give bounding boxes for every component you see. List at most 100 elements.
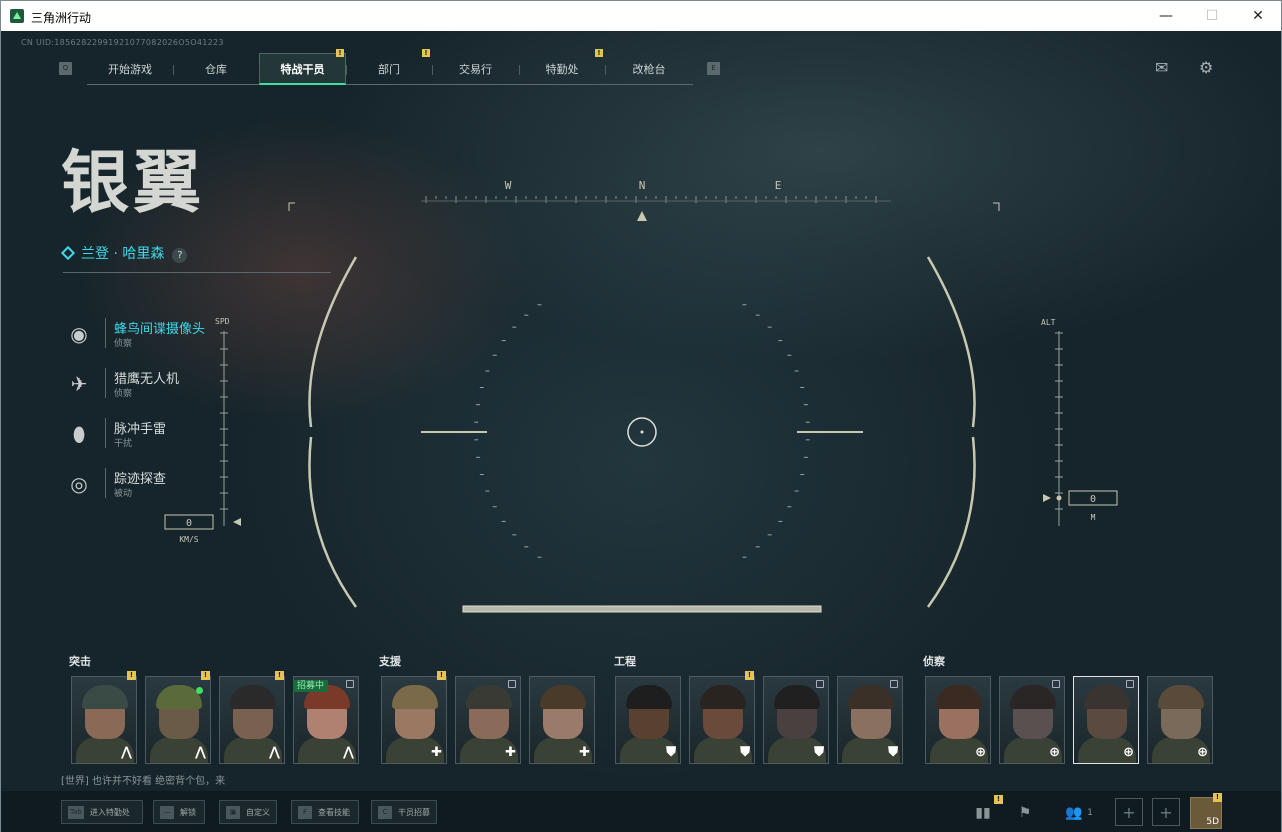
battery-bar — [462, 605, 822, 613]
role-icon: ⋀ — [121, 745, 132, 760]
add-member-button-1[interactable]: + — [1115, 798, 1143, 826]
operator-card[interactable]: ⊕ — [1073, 676, 1139, 764]
lock-icon — [1052, 680, 1060, 688]
role-icon: ⊕ — [1123, 745, 1134, 760]
ability-divider — [105, 468, 106, 498]
ability-name: 踪迹探查 — [114, 472, 167, 487]
lock-icon — [508, 680, 516, 688]
ability-1[interactable]: ✈ 猎鹰无人机侦察 — [61, 364, 231, 406]
add-member-button-2[interactable]: + — [1152, 798, 1180, 826]
portrait-hair — [1010, 685, 1056, 709]
hint-0[interactable]: Tab 进入特勤处 — [61, 800, 143, 824]
ability-type: 侦察 — [114, 339, 133, 349]
compass-letter: N — [639, 179, 646, 192]
window-titlebar: 三角洲行动 — ☐ ✕ — [1, 1, 1281, 31]
ability-type: 侦察 — [114, 389, 133, 399]
ability-0[interactable]: ◉ 蜂鸟间谍摄像头侦察 — [61, 314, 231, 356]
window-title: 三角洲行动 — [31, 11, 92, 25]
recruiting-badge: 招募中 — [293, 680, 329, 692]
role-icon: ⛊ — [666, 745, 676, 760]
hint-key: ▣ — [226, 805, 240, 819]
lock-icon — [890, 680, 898, 688]
maximize-button[interactable]: ☐ — [1189, 1, 1235, 31]
party-count: 1 — [1087, 808, 1093, 818]
hint-key: C — [378, 805, 392, 819]
eye-icon: ◎ — [70, 472, 88, 496]
camera-icon: ◉ — [70, 322, 88, 346]
operator-card[interactable]: ✚ — [381, 676, 447, 764]
help-icon[interactable]: ? — [172, 248, 188, 263]
altitude-value: 0 — [1090, 494, 1096, 505]
operator-card[interactable]: ⊕ — [999, 676, 1065, 764]
role-icon: ⋀ — [343, 745, 354, 760]
role-icon: ✚ — [579, 745, 590, 760]
ability-type: 被动 — [114, 489, 133, 499]
ability-divider — [105, 318, 106, 348]
ability-divider — [105, 418, 106, 448]
hint-key: Tab — [68, 805, 84, 819]
card-badge: ! — [201, 671, 210, 680]
party-icon[interactable]: 👥 1 — [1059, 797, 1099, 829]
operator-card[interactable]: ✚ — [455, 676, 521, 764]
class-title: 支援 — [379, 655, 401, 668]
minimize-button[interactable]: — — [1143, 1, 1189, 31]
world-chat-line[interactable]: [世界] 也许并不好看 绝密背个包，来 — [61, 772, 225, 787]
hint-2[interactable]: ▣ 自定义 — [219, 800, 277, 824]
hint-1[interactable]: — 解锁 — [153, 800, 205, 824]
portrait-hair — [1158, 685, 1204, 709]
name-divider — [63, 272, 331, 273]
ability-name: 脉冲手雷 — [114, 422, 167, 437]
portrait-hair — [82, 685, 128, 709]
hint-key: — — [160, 805, 174, 819]
portrait-hair — [700, 685, 746, 709]
game-viewport: CN UID:18562822991921077082026O5O41223 Q… — [1, 31, 1281, 832]
altitude-label: ALT — [1041, 318, 1056, 327]
ability-type: 干扰 — [114, 439, 133, 449]
class-title: 侦察 — [923, 655, 945, 668]
ability-2[interactable]: ⬮ 脉冲手雷干扰 — [61, 414, 231, 456]
card-badge: ! — [275, 671, 284, 680]
hint-key: F — [298, 805, 312, 819]
operator-card[interactable]: ✚ — [529, 676, 595, 764]
card-badge: ! — [127, 671, 136, 680]
operator-card[interactable]: ⛊ — [837, 676, 903, 764]
operator-card[interactable]: ⛊ — [763, 676, 829, 764]
close-button[interactable]: ✕ — [1235, 1, 1281, 31]
operator-card[interactable]: ⊕ — [1147, 676, 1213, 764]
corner-bracket — [288, 202, 295, 211]
portrait-hair — [936, 685, 982, 709]
ability-divider — [105, 368, 106, 398]
diamond-icon — [60, 245, 76, 261]
role-icon: ⋀ — [195, 745, 206, 760]
corner-bracket — [993, 202, 1000, 211]
avatar-badge: ! — [1213, 793, 1222, 802]
operator-card[interactable]: ⊕ — [925, 676, 991, 764]
role-icon: ⊕ — [1049, 745, 1060, 760]
grenade-icon: ⬮ — [72, 422, 86, 446]
hint-label: 查看技能 — [318, 807, 350, 817]
operator-realname: 兰登 · 哈里森? — [60, 243, 188, 263]
role-icon: ⊕ — [1197, 745, 1208, 760]
portrait-hair — [848, 685, 894, 709]
game-window: 三角洲行动 — ☐ ✕ CN UID:185628229919210770820… — [0, 0, 1282, 832]
hint-3[interactable]: F 查看技能 — [291, 800, 359, 824]
player-level: 5D — [1206, 817, 1219, 827]
drone-icon: ✈ — [70, 372, 88, 396]
speed-pointer — [233, 518, 241, 526]
portrait-hair — [230, 685, 276, 709]
role-icon: ✚ — [431, 745, 442, 760]
hint-4[interactable]: C 干员招募 — [371, 800, 437, 824]
ability-name: 蜂鸟间谍摄像头 — [114, 322, 206, 337]
ability-name: 猎鹰无人机 — [114, 372, 180, 387]
ability-3[interactable]: ◎ 踪迹探查被动 — [61, 464, 231, 506]
operator-card[interactable]: ⋀ — [219, 676, 285, 764]
operator-card[interactable]: ⛊ — [689, 676, 755, 764]
operator-card[interactable]: ⋀ — [145, 676, 211, 764]
operator-card[interactable]: ⋀ — [71, 676, 137, 764]
operator-card[interactable]: ⛊ — [615, 676, 681, 764]
compass-letter: W — [505, 179, 512, 192]
portrait-hair — [540, 685, 586, 709]
compass-letter: E — [775, 179, 782, 192]
frame-arc-right-bottom — [926, 436, 976, 608]
flag-icon[interactable]: ⚑ — [1007, 797, 1043, 829]
